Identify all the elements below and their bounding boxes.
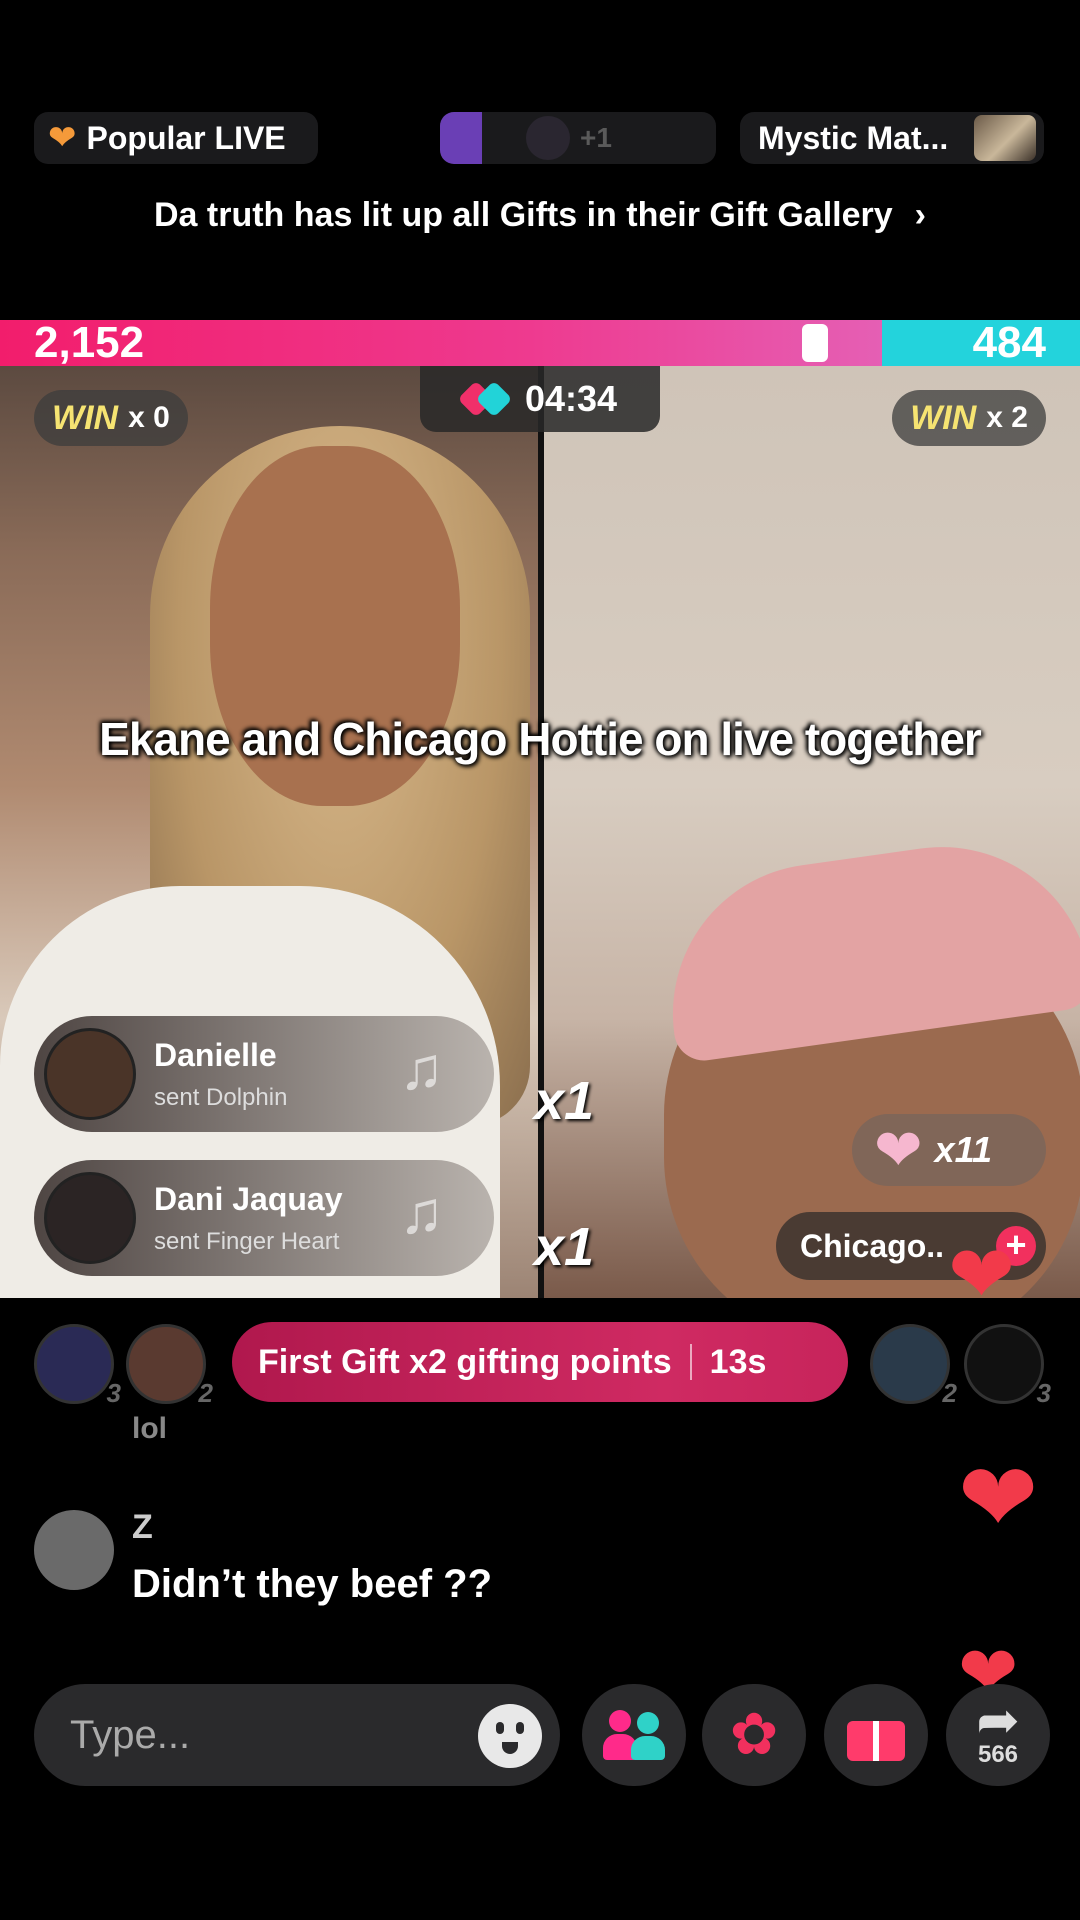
smile-emoji-icon[interactable] [478, 1704, 542, 1768]
battle-timer: 04:34 [420, 366, 660, 432]
win-label: WIN [910, 398, 977, 437]
first-gift-text: First Gift x2 gifting points [258, 1342, 672, 1381]
share-arrow-icon: ➦ [976, 1692, 1020, 1750]
rose-icon: ✿ [729, 1702, 779, 1767]
tiktok-watermark-icon: ♫ [399, 1035, 444, 1102]
win-streak-right: WIN x 2 [892, 390, 1046, 446]
mystic-thumbnail [974, 115, 1036, 161]
gift-notification[interactable]: Danielle sent Dolphin ♫ [34, 1016, 494, 1132]
share-count: 566 [977, 1741, 1019, 1768]
comment-username[interactable]: Z [132, 1508, 153, 1547]
viewer-rank: 2 [198, 1378, 213, 1408]
heart-badge-icon: ❤ [874, 1118, 923, 1183]
top-viewer-avatar[interactable]: 2 [870, 1324, 957, 1408]
popular-live-label: Popular LIVE [86, 119, 286, 156]
battle-score-bar [0, 320, 1080, 366]
people-icon [603, 1710, 665, 1760]
win-count: x 2 [986, 401, 1028, 434]
top-viewer-avatar[interactable]: 2 [126, 1324, 213, 1408]
floating-heart-icon: ❤ [958, 1445, 1039, 1552]
win-count: x 0 [128, 401, 170, 434]
viewer-rank: 3 [1036, 1378, 1051, 1408]
rose-gift-button[interactable]: ✿ [702, 1684, 806, 1786]
mystic-label: Mystic Mat... [758, 119, 949, 156]
avatar [44, 1028, 136, 1120]
score-right: 484 [972, 318, 1046, 367]
avatar [44, 1172, 136, 1264]
gift-gallery-message: Da truth has lit up all Gifts in their G… [154, 196, 893, 234]
gift-notification[interactable]: Dani Jaquay sent Finger Heart ♫ [34, 1160, 494, 1276]
timer-value: 04:34 [524, 378, 618, 419]
viewer-rank: 3 [106, 1378, 121, 1408]
opponent-host-name: Chicago.. [800, 1227, 945, 1264]
comment-faded: lol [132, 1412, 167, 1445]
chevron-right-icon: › [914, 196, 926, 234]
avatar[interactable] [34, 1510, 114, 1590]
floating-heart-icon: ❤ [948, 1230, 1016, 1319]
score-left: 2,152 [34, 318, 145, 367]
heart-gift-counter: ❤ x11 [852, 1114, 1046, 1186]
gifter-name: Dani Jaquay [154, 1180, 343, 1217]
gifter-name: Danielle [154, 1036, 277, 1073]
gift-gallery-banner[interactable]: Da truth has lit up all Gifts in their G… [0, 196, 1080, 235]
mystic-pill[interactable]: Mystic Mat... [740, 112, 1044, 164]
comment-text: Didn’t they beef ?? [132, 1562, 492, 1606]
viewer-rank: 2 [942, 1378, 957, 1408]
ranking-pill[interactable]: +1 [440, 112, 716, 164]
top-viewer-avatar[interactable]: 3 [964, 1324, 1051, 1408]
video-caption: Ekane and Chicago Hottie on live togethe… [99, 713, 982, 765]
gift-count: x1 [534, 1217, 595, 1277]
win-label: WIN [52, 398, 119, 437]
first-gift-banner[interactable]: First Gift x2 gifting points 13s [232, 1322, 848, 1402]
gift-icon [847, 1709, 905, 1761]
multi-guest-button[interactable] [582, 1684, 686, 1786]
win-streak-left: WIN x 0 [34, 390, 188, 446]
ranking-plus-count: +1 [580, 122, 612, 153]
tiktok-watermark-icon: ♫ [399, 1179, 444, 1246]
popular-live-pill[interactable]: ❤ Popular LIVE [34, 112, 318, 164]
gift-action: sent Finger Heart [154, 1227, 340, 1255]
avatar [526, 116, 570, 160]
ranking-accent [440, 112, 482, 164]
gift-button[interactable] [824, 1684, 928, 1786]
score-bar-marker [802, 324, 828, 362]
first-gift-timer: 13s [709, 1342, 767, 1381]
gift-count: x1 [534, 1071, 595, 1131]
share-button[interactable]: ➦ 566 [946, 1684, 1050, 1786]
heart-badge-icon: ❤ [48, 119, 77, 157]
top-viewer-avatar[interactable]: 3 [34, 1324, 121, 1408]
battle-icon [463, 384, 511, 414]
host-video-left[interactable] [0, 366, 538, 1298]
gift-action: sent Dolphin [154, 1083, 288, 1111]
heart-count: x11 [934, 1129, 993, 1170]
divider [689, 1344, 692, 1380]
comment-input-placeholder: Type... [70, 1712, 191, 1757]
